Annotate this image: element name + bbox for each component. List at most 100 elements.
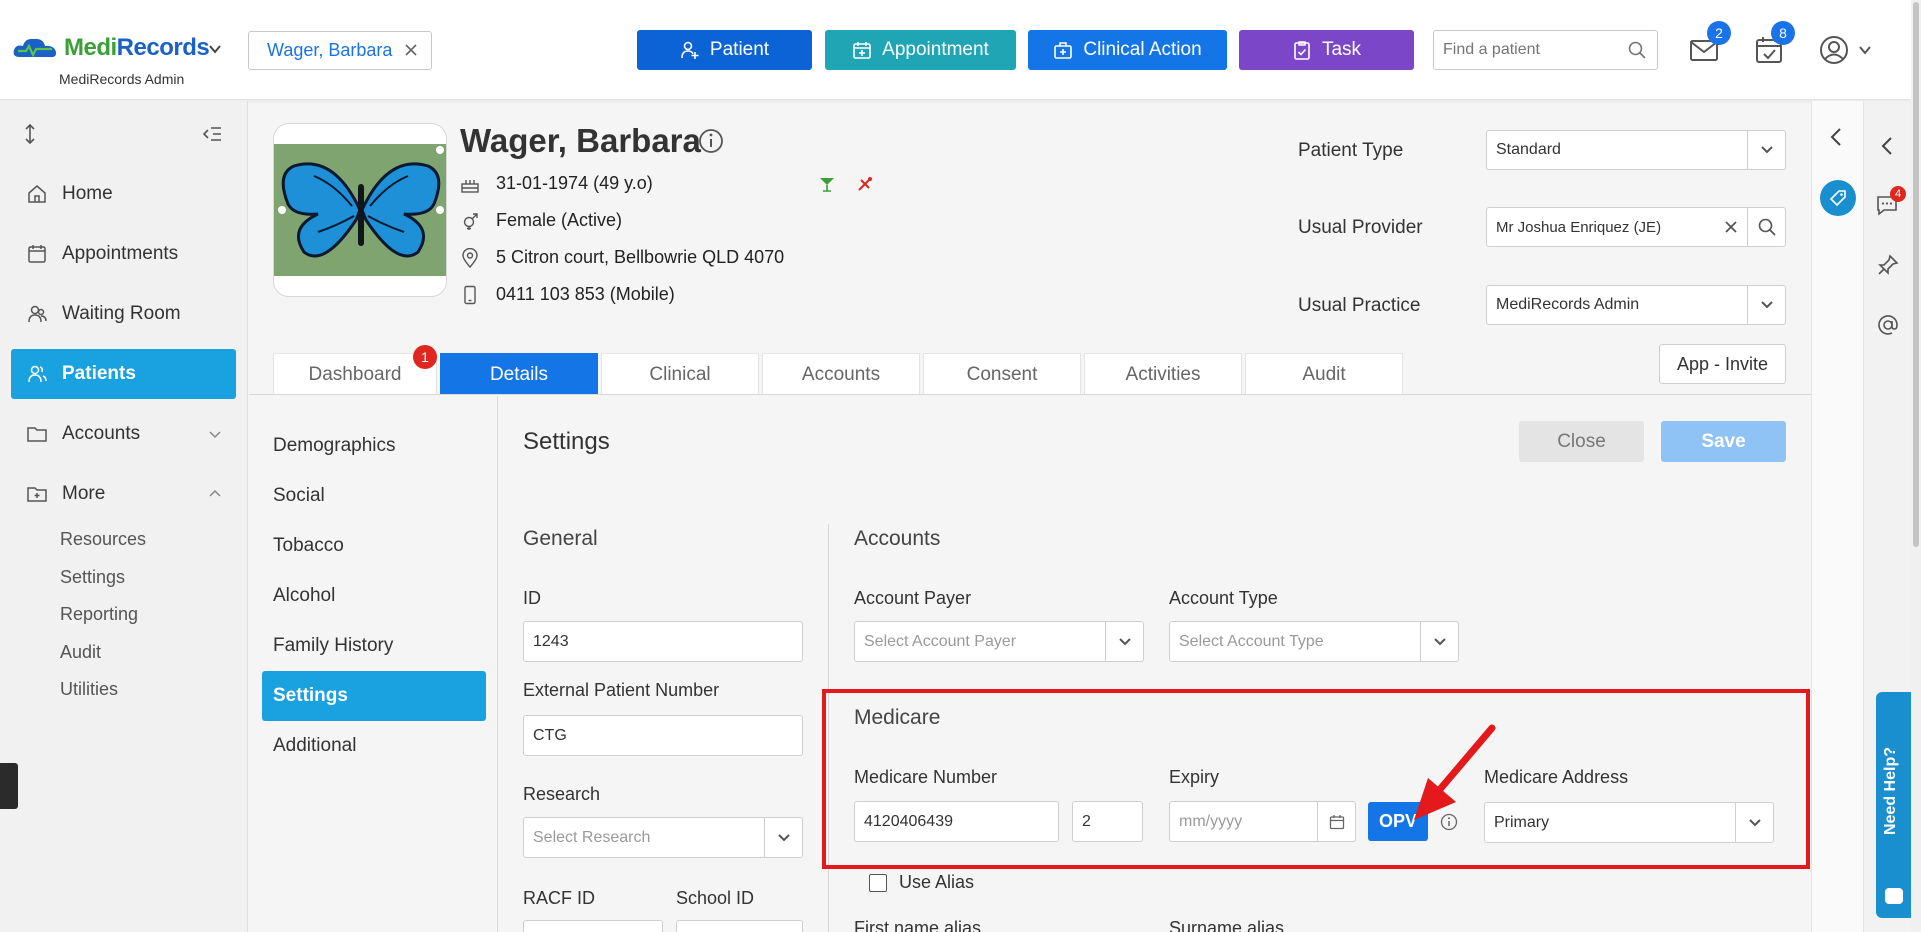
patient-gender: Female (Active) <box>496 210 623 230</box>
cocktail-alert-icon[interactable] <box>818 175 836 193</box>
birthday-cake-icon <box>461 179 479 193</box>
tab-details[interactable]: Details <box>440 353 598 395</box>
clinical-action-button[interactable]: Clinical Action <box>1028 30 1227 70</box>
school-id-field[interactable] <box>676 920 803 932</box>
user-profile-icon[interactable] <box>1818 34 1850 66</box>
at-sign-icon[interactable] <box>1876 313 1900 337</box>
tag-button[interactable] <box>1820 180 1856 216</box>
patient-search-input[interactable] <box>1443 41 1623 59</box>
app-logo[interactable]: MediRecords <box>12 34 210 62</box>
subnav-social[interactable]: Social <box>262 471 486 521</box>
usual-provider-field[interactable]: Mr Joshua Enriquez (JE) <box>1486 207 1786 247</box>
subnav-additional[interactable]: Additional <box>262 721 486 771</box>
side-drawer-handle[interactable] <box>0 763 18 809</box>
sidebar-item-more[interactable]: More <box>11 469 236 519</box>
sidebar-item-patients[interactable]: Patients <box>11 349 236 399</box>
sidebar-item-label: Home <box>62 183 113 204</box>
id-field[interactable]: 1243 <box>523 621 803 662</box>
new-appointment-button[interactable]: Appointment <box>825 30 1016 70</box>
close-button[interactable]: Close <box>1519 421 1644 462</box>
patient-avatar[interactable] <box>273 123 447 297</box>
search-icon[interactable] <box>1627 40 1647 60</box>
tab-clinical[interactable]: Clinical <box>601 353 759 395</box>
pin-icon[interactable] <box>1876 253 1900 277</box>
usual-practice-dropdown[interactable] <box>1747 286 1785 324</box>
account-payer-select[interactable]: Select Account Payer <box>854 621 1144 662</box>
sidebar-item-home[interactable]: Home <box>11 169 236 219</box>
smoking-alert-icon[interactable] <box>856 175 874 193</box>
sidebar-item-accounts[interactable]: Accounts <box>11 409 236 459</box>
subnav-demographics[interactable]: Demographics <box>262 421 486 471</box>
open-patient-tab[interactable]: Wager, Barbara <box>248 31 432 70</box>
sidebar-item-appointments[interactable]: Appointments <box>11 229 236 279</box>
id-value: 1243 <box>533 632 569 650</box>
account-payer-label: Account Payer <box>854 588 972 608</box>
need-help-button[interactable]: Need Help? <box>1876 692 1911 918</box>
research-label: Research <box>523 784 601 804</box>
org-name: MediRecords Admin <box>59 71 185 87</box>
account-type-dropdown[interactable] <box>1420 622 1458 661</box>
external-patient-number-field[interactable]: CTG <box>523 715 803 756</box>
app-invite-button[interactable]: App - Invite <box>1659 344 1786 384</box>
account-type-label: Account Type <box>1169 588 1278 608</box>
chevron-left-icon[interactable] <box>1825 125 1849 149</box>
org-chevron-down-icon[interactable] <box>208 42 222 56</box>
provider-search-button[interactable] <box>1747 208 1785 246</box>
patient-type-select[interactable]: Standard <box>1486 130 1786 170</box>
subnav-tobacco[interactable]: Tobacco <box>262 521 486 571</box>
chevron-down-icon <box>1760 146 1773 154</box>
subnav-family-history[interactable]: Family History <box>262 621 486 671</box>
racf-id-field[interactable] <box>523 920 663 932</box>
reorder-arrows-icon[interactable] <box>19 123 41 145</box>
research-dropdown[interactable] <box>764 818 802 857</box>
user-chevron-down-icon[interactable] <box>1858 43 1872 57</box>
racf-id-label: RACF ID <box>523 888 595 908</box>
research-placeholder: Select Research <box>533 828 651 846</box>
chevron-down-icon <box>1760 301 1773 309</box>
scrollbar-thumb[interactable] <box>1913 2 1919 547</box>
top-header: MediRecords MediRecords Admin Wager, Bar… <box>0 0 1921 100</box>
subnav-alcohol[interactable]: Alcohol <box>262 571 486 621</box>
need-help-label: Need Help? <box>1882 747 1899 836</box>
subnav-settings[interactable]: Settings <box>262 671 486 721</box>
usual-practice-select[interactable]: MediRecords Admin <box>1486 285 1786 325</box>
close-tab-icon[interactable] <box>403 42 419 58</box>
use-alias-label: Use Alias <box>899 872 975 892</box>
page-scrollbar[interactable] <box>1911 0 1921 932</box>
calendar-icon <box>28 245 46 263</box>
tab-audit[interactable]: Audit <box>1245 353 1403 395</box>
new-task-button[interactable]: Task <box>1239 30 1414 70</box>
sidebar-item-waiting-room[interactable]: Waiting Room <box>11 289 236 339</box>
tab-consent[interactable]: Consent <box>923 353 1081 395</box>
clear-icon[interactable] <box>1725 221 1737 233</box>
external-patient-number-label: External Patient Number <box>523 680 720 700</box>
research-select[interactable]: Select Research <box>523 817 803 858</box>
chevron-left-icon[interactable] <box>1876 134 1900 158</box>
chat-count-badge: 4 <box>1890 186 1906 202</box>
sidebar-sub-reporting[interactable]: Reporting <box>60 604 138 625</box>
sidebar-sub-utilities[interactable]: Utilities <box>60 679 118 700</box>
account-payer-dropdown[interactable] <box>1105 622 1143 661</box>
account-payer-placeholder: Select Account Payer <box>864 632 1017 650</box>
patient-search[interactable] <box>1433 30 1658 70</box>
usual-practice-value: MediRecords Admin <box>1496 296 1640 313</box>
tab-accounts[interactable]: Accounts <box>762 353 920 395</box>
new-patient-button-label: Patient <box>709 39 770 60</box>
collapse-sidebar-icon[interactable] <box>201 123 223 145</box>
save-button[interactable]: Save <box>1661 421 1786 462</box>
sidebar-sub-settings[interactable]: Settings <box>60 567 125 588</box>
patient-type-dropdown[interactable] <box>1747 131 1785 169</box>
usual-provider-label: Usual Provider <box>1298 217 1423 238</box>
logo-text-records: Records <box>116 34 210 61</box>
use-alias-checkbox[interactable] <box>869 874 887 892</box>
external-patient-number-value: CTG <box>533 726 567 744</box>
sidebar-sub-audit[interactable]: Audit <box>60 642 101 663</box>
mail-count-badge: 2 <box>1707 21 1731 45</box>
new-patient-button[interactable]: Patient <box>637 30 812 70</box>
patient-info-icon[interactable] <box>697 127 725 155</box>
sidebar-sub-resources[interactable]: Resources <box>60 529 146 550</box>
tab-activities[interactable]: Activities <box>1084 353 1242 395</box>
sidebar-item-label: Patients <box>62 363 136 384</box>
patient-type-value: Standard <box>1496 141 1561 158</box>
account-type-select[interactable]: Select Account Type <box>1169 621 1459 662</box>
